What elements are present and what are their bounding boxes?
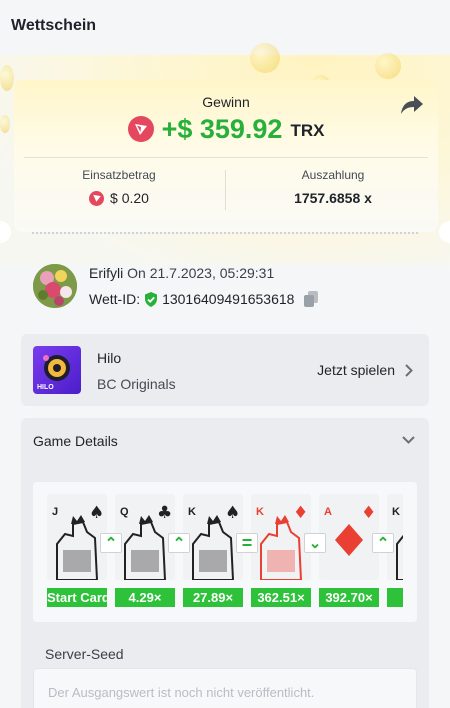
divider bbox=[225, 170, 226, 210]
card-history-track: ♠ J Start Card ♣ Q 4.29× ♠ K 27.89× ♦ K 362.51× ♦ A 39… bbox=[47, 494, 403, 610]
card-rank: K bbox=[256, 506, 264, 518]
win-summary-card: Gewinn +$ 359.92 TRX Einsatzbetrag $ 0.2… bbox=[14, 80, 438, 232]
verified-shield-icon bbox=[145, 291, 158, 307]
bet-id-value: 130164094916536​18 bbox=[162, 291, 295, 307]
card-suit: ♦ bbox=[361, 503, 376, 523]
game-details-panel: Game Details ♠ J Start Card ♣ Q 4.29× ♠ K 27.89×… bbox=[21, 418, 429, 708]
game-provider: BC Originals bbox=[97, 376, 176, 392]
playing-card: ♣ Q bbox=[115, 494, 175, 580]
bet-id-label: Wett-ID: bbox=[89, 291, 141, 307]
game-name: Hilo bbox=[97, 350, 122, 366]
coin-decoration bbox=[0, 65, 14, 91]
game-thumbnail: HILO bbox=[33, 346, 81, 394]
play-now-label: Jetzt spielen bbox=[317, 362, 395, 378]
game-link-card[interactable]: HILO Hilo BC Originals Jetzt spielen bbox=[21, 334, 429, 406]
username[interactable]: Erifyli bbox=[89, 265, 123, 281]
card-rank: K bbox=[392, 506, 400, 518]
trx-icon bbox=[89, 190, 105, 206]
multiplier-badge: 362.51× bbox=[251, 588, 311, 607]
playing-card: ♠ K bbox=[183, 494, 243, 580]
copy-icon[interactable] bbox=[304, 291, 319, 307]
multiplier-badge: 392.70× bbox=[319, 588, 379, 607]
guess-equal-icon: = bbox=[236, 533, 258, 553]
multiplier-badge: 4.29× bbox=[115, 588, 175, 607]
bet-info: Erifyli On 21.7.2023, 05:29:31 Wett-ID: … bbox=[33, 264, 423, 310]
game-details-title[interactable]: Game Details bbox=[33, 433, 118, 449]
bet-timestamp: On 21.7.2023, 05:29:31 bbox=[127, 265, 275, 281]
game-thumb-label: HILO bbox=[37, 384, 54, 391]
payout-label: Auszahlung bbox=[301, 168, 365, 182]
win-amount: +$ 359.92 bbox=[161, 113, 283, 144]
guess-higher-icon: ⌃ bbox=[168, 533, 190, 553]
card-rank: J bbox=[52, 506, 59, 518]
ticket-perforation bbox=[32, 232, 418, 234]
card-suit: ♦ bbox=[293, 503, 308, 523]
bet-amount-stat: Einsatzbetrag $ 0.20 bbox=[14, 168, 224, 206]
bet-amount-label: Einsatzbetrag bbox=[82, 168, 156, 182]
server-seed-placeholder: Der Ausgangswert ist noch nicht veröffen… bbox=[48, 685, 315, 700]
coin-decoration bbox=[250, 43, 280, 73]
card-suit: ♣ bbox=[157, 503, 172, 523]
divider bbox=[24, 157, 428, 158]
card-rank: K bbox=[188, 506, 196, 518]
guess-higher-icon: ⌃ bbox=[100, 533, 122, 553]
card-suit: ♠ bbox=[225, 503, 240, 523]
bet-amount-value: $ 0.20 bbox=[110, 190, 149, 206]
card-history[interactable]: ♠ J Start Card ♣ Q 4.29× ♠ K 27.89× ♦ K 362.51× ♦ A 39… bbox=[33, 482, 417, 622]
avatar[interactable] bbox=[33, 264, 77, 308]
trx-icon bbox=[127, 116, 154, 142]
play-now-link[interactable]: Jetzt spielen bbox=[317, 362, 413, 378]
payout-stat: Auszahlung 1757.6858 x bbox=[228, 168, 438, 206]
page-title: Wettschein bbox=[11, 17, 97, 34]
server-seed-field[interactable]: Der Ausgangswert ist noch nicht veröffen… bbox=[33, 668, 417, 708]
playing-card: ♠ J bbox=[47, 494, 107, 580]
multiplier-badge: 42 bbox=[387, 588, 403, 607]
server-seed-label: Server-Seed bbox=[45, 646, 124, 662]
payout-value: 1757.6858 x bbox=[294, 190, 372, 206]
card-rank: Q bbox=[120, 506, 129, 518]
header-bar: Wettschein bbox=[0, 0, 450, 55]
multiplier-badge: 27.89× bbox=[183, 588, 243, 607]
playing-card: ♦ K bbox=[251, 494, 311, 580]
coin-decoration bbox=[0, 115, 10, 133]
playing-card: ♦ A bbox=[319, 494, 379, 580]
card-suit: ♠ bbox=[89, 503, 104, 523]
guess-higher-icon: ⌃ bbox=[372, 533, 394, 553]
chevron-right-icon bbox=[405, 363, 413, 377]
multiplier-badge: Start Card bbox=[47, 588, 107, 607]
guess-lower-icon: ⌄ bbox=[304, 533, 326, 553]
chevron-down-icon[interactable] bbox=[402, 436, 415, 444]
win-currency: TRX bbox=[290, 121, 325, 140]
card-rank: A bbox=[324, 506, 332, 518]
win-label: Gewinn bbox=[202, 94, 250, 110]
coin-decoration bbox=[375, 53, 401, 79]
